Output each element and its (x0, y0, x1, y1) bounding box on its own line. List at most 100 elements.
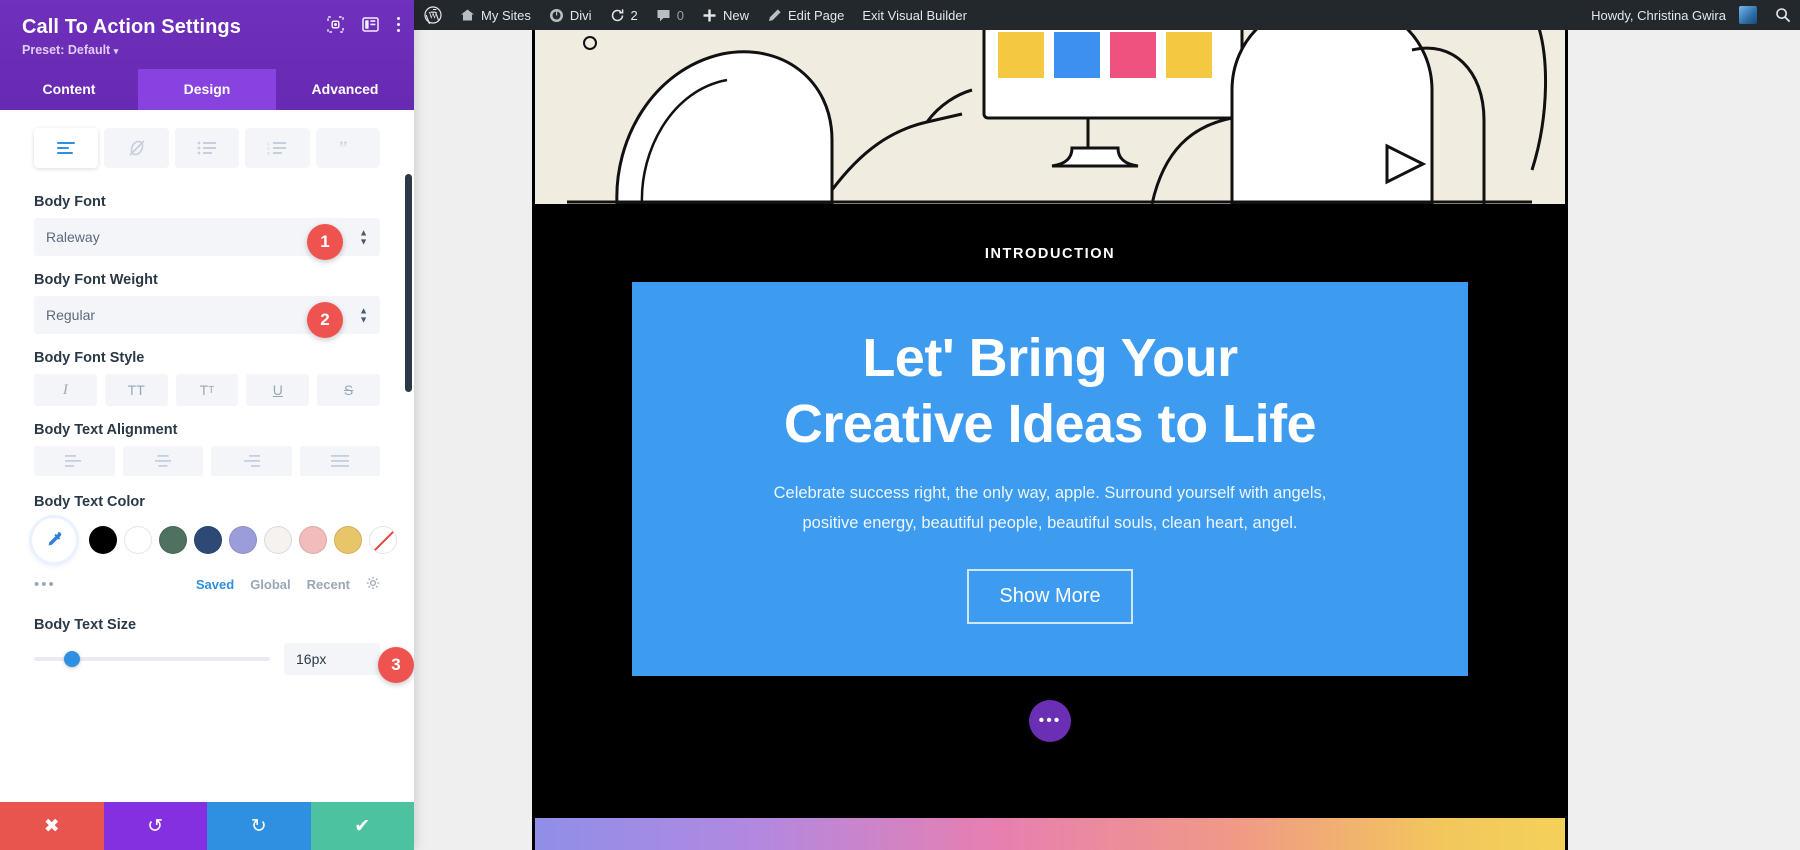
text-format-toolbar: 1 2 3 ” (0, 110, 414, 178)
tab-design[interactable]: Design (138, 69, 276, 110)
module-options-fab[interactable]: ••• (1029, 700, 1071, 742)
body-text-alignment-field: Body Text Alignment (0, 422, 414, 476)
cta-heading-line1: Let' Bring Your (672, 326, 1428, 392)
body-text-alignment-label: Body Text Alignment (34, 422, 380, 438)
divi-item[interactable]: Divi (540, 0, 601, 30)
account-menu[interactable]: Howdy, Christina Gwira (1581, 0, 1766, 30)
body-font-field: Body Font Raleway ▲▼ 1 (0, 194, 414, 256)
updates-item[interactable]: 2 (601, 0, 647, 30)
tab-advanced[interactable]: Advanced (276, 69, 414, 110)
call-to-action-settings-panel: Call To Action Settings Preset: Default … (0, 0, 414, 850)
body-text-size-slider[interactable] (34, 657, 270, 661)
visual-builder-canvas: INTRODUCTION Let' Bring Your Creative Id… (414, 30, 1800, 850)
swatch-green[interactable] (159, 526, 187, 554)
eyedropper-icon[interactable] (32, 518, 76, 562)
align-right-icon[interactable] (211, 446, 292, 476)
edit-page-label: Edit Page (788, 8, 844, 23)
exit-visual-builder-item[interactable]: Exit Visual Builder (853, 0, 976, 30)
wordpress-logo-icon[interactable]: W (414, 0, 451, 30)
body-text-size-input[interactable]: 16px (284, 643, 380, 675)
call-to-action-module[interactable]: Let' Bring Your Creative Ideas to Life C… (632, 282, 1468, 676)
body-text-color-label: Body Text Color (34, 494, 380, 510)
color-meta-row: ••• Saved Global Recent (0, 576, 414, 593)
cta-paragraph-line1: Celebrate success right, the only way, a… (774, 484, 1327, 502)
no-format-icon[interactable] (104, 128, 168, 168)
color-tab-recent[interactable]: Recent (307, 577, 350, 592)
swatch-pink[interactable] (299, 526, 327, 554)
body-text-color-field: Body Text Color (0, 494, 414, 562)
svg-text:”: ” (339, 140, 347, 156)
align-center-icon[interactable] (123, 446, 204, 476)
updates-count: 2 (631, 8, 638, 23)
updates-icon (610, 8, 625, 23)
preset-selector[interactable]: Preset: Default ▾ (22, 43, 396, 57)
my-sites-item[interactable]: My Sites (451, 0, 540, 30)
italic-icon[interactable]: I (34, 374, 97, 406)
body-text-size-label: Body Text Size (34, 617, 380, 633)
align-justify-icon[interactable] (300, 446, 381, 476)
blockquote-icon[interactable]: ” (316, 128, 380, 168)
pencil-icon (767, 8, 782, 23)
strikethrough-icon[interactable]: S (317, 374, 380, 406)
chevron-updown-icon: ▲▼ (359, 230, 368, 245)
plus-icon (702, 8, 717, 23)
panel-layout-icon[interactable] (362, 16, 379, 33)
swatch-black[interactable] (89, 526, 117, 554)
page-preview: INTRODUCTION Let' Bring Your Creative Id… (532, 30, 1568, 850)
numbered-list-icon[interactable]: 1 2 3 (245, 128, 309, 168)
panel-footer: ✖ ↺ ↻ ✔ (0, 802, 414, 850)
save-button[interactable]: ✔ (311, 802, 415, 850)
admin-bar-right: Howdy, Christina Gwira (1581, 0, 1800, 30)
search-icon[interactable] (1766, 0, 1800, 30)
comments-item[interactable]: 0 (647, 0, 693, 30)
avatar (1739, 6, 1757, 24)
step-badge-3: 3 (378, 647, 414, 683)
swatch-offwhite[interactable] (264, 526, 292, 554)
show-more-button[interactable]: Show More (967, 569, 1132, 624)
sites-icon (460, 8, 475, 23)
step-badge-1: 1 (307, 224, 343, 260)
body-font-style-buttons: I TT TT U S (34, 374, 380, 406)
align-left-icon[interactable] (34, 446, 115, 476)
text-align-icon[interactable] (34, 128, 98, 168)
cta-paragraph: Celebrate success right, the only way, a… (730, 478, 1370, 539)
my-sites-label: My Sites (481, 8, 531, 23)
redo-button[interactable]: ↻ (207, 802, 311, 850)
slider-knob[interactable] (64, 651, 80, 667)
new-label: New (723, 8, 749, 23)
kebab-menu-icon[interactable] (397, 17, 400, 32)
svg-text:W: W (429, 11, 438, 21)
swatch-gold[interactable] (334, 526, 362, 554)
color-tabs: Saved Global Recent (196, 576, 380, 593)
underline-icon[interactable]: U (246, 374, 309, 406)
tab-content[interactable]: Content (0, 69, 138, 110)
swatch-white[interactable] (124, 526, 152, 554)
cancel-button[interactable]: ✖ (0, 802, 104, 850)
capitalize-icon[interactable]: TT (176, 374, 239, 406)
new-item[interactable]: New (693, 0, 758, 30)
body-text-alignment-buttons (34, 446, 380, 476)
swatch-navy[interactable] (194, 526, 222, 554)
undo-button[interactable]: ↺ (104, 802, 208, 850)
cta-heading-line2: Creative Ideas to Life (672, 392, 1428, 458)
divi-icon (549, 8, 564, 23)
comments-count: 0 (677, 8, 684, 23)
more-colors-icon[interactable]: ••• (34, 576, 56, 593)
color-swatch-list (34, 518, 380, 562)
color-tab-saved[interactable]: Saved (196, 577, 234, 592)
page-border-right (1565, 30, 1568, 850)
swatch-transparent[interactable] (369, 526, 397, 554)
bullet-list-icon[interactable] (175, 128, 239, 168)
color-tab-global[interactable]: Global (250, 577, 290, 592)
swatch-periwinkle[interactable] (229, 526, 257, 554)
howdy-label: Howdy, Christina Gwira (1591, 8, 1726, 23)
edit-page-item[interactable]: Edit Page (758, 0, 853, 30)
gear-icon[interactable] (366, 576, 380, 593)
comment-bubble-icon (656, 8, 671, 23)
body-font-weight-field: Body Font Weight Regular ▲▼ 2 (0, 272, 414, 334)
body-font-value: Raleway (46, 229, 100, 245)
body-font-label: Body Font (34, 194, 380, 210)
chevron-down-icon: ▾ (114, 46, 119, 56)
focus-frame-icon[interactable] (327, 16, 344, 33)
uppercase-icon[interactable]: TT (105, 374, 168, 406)
